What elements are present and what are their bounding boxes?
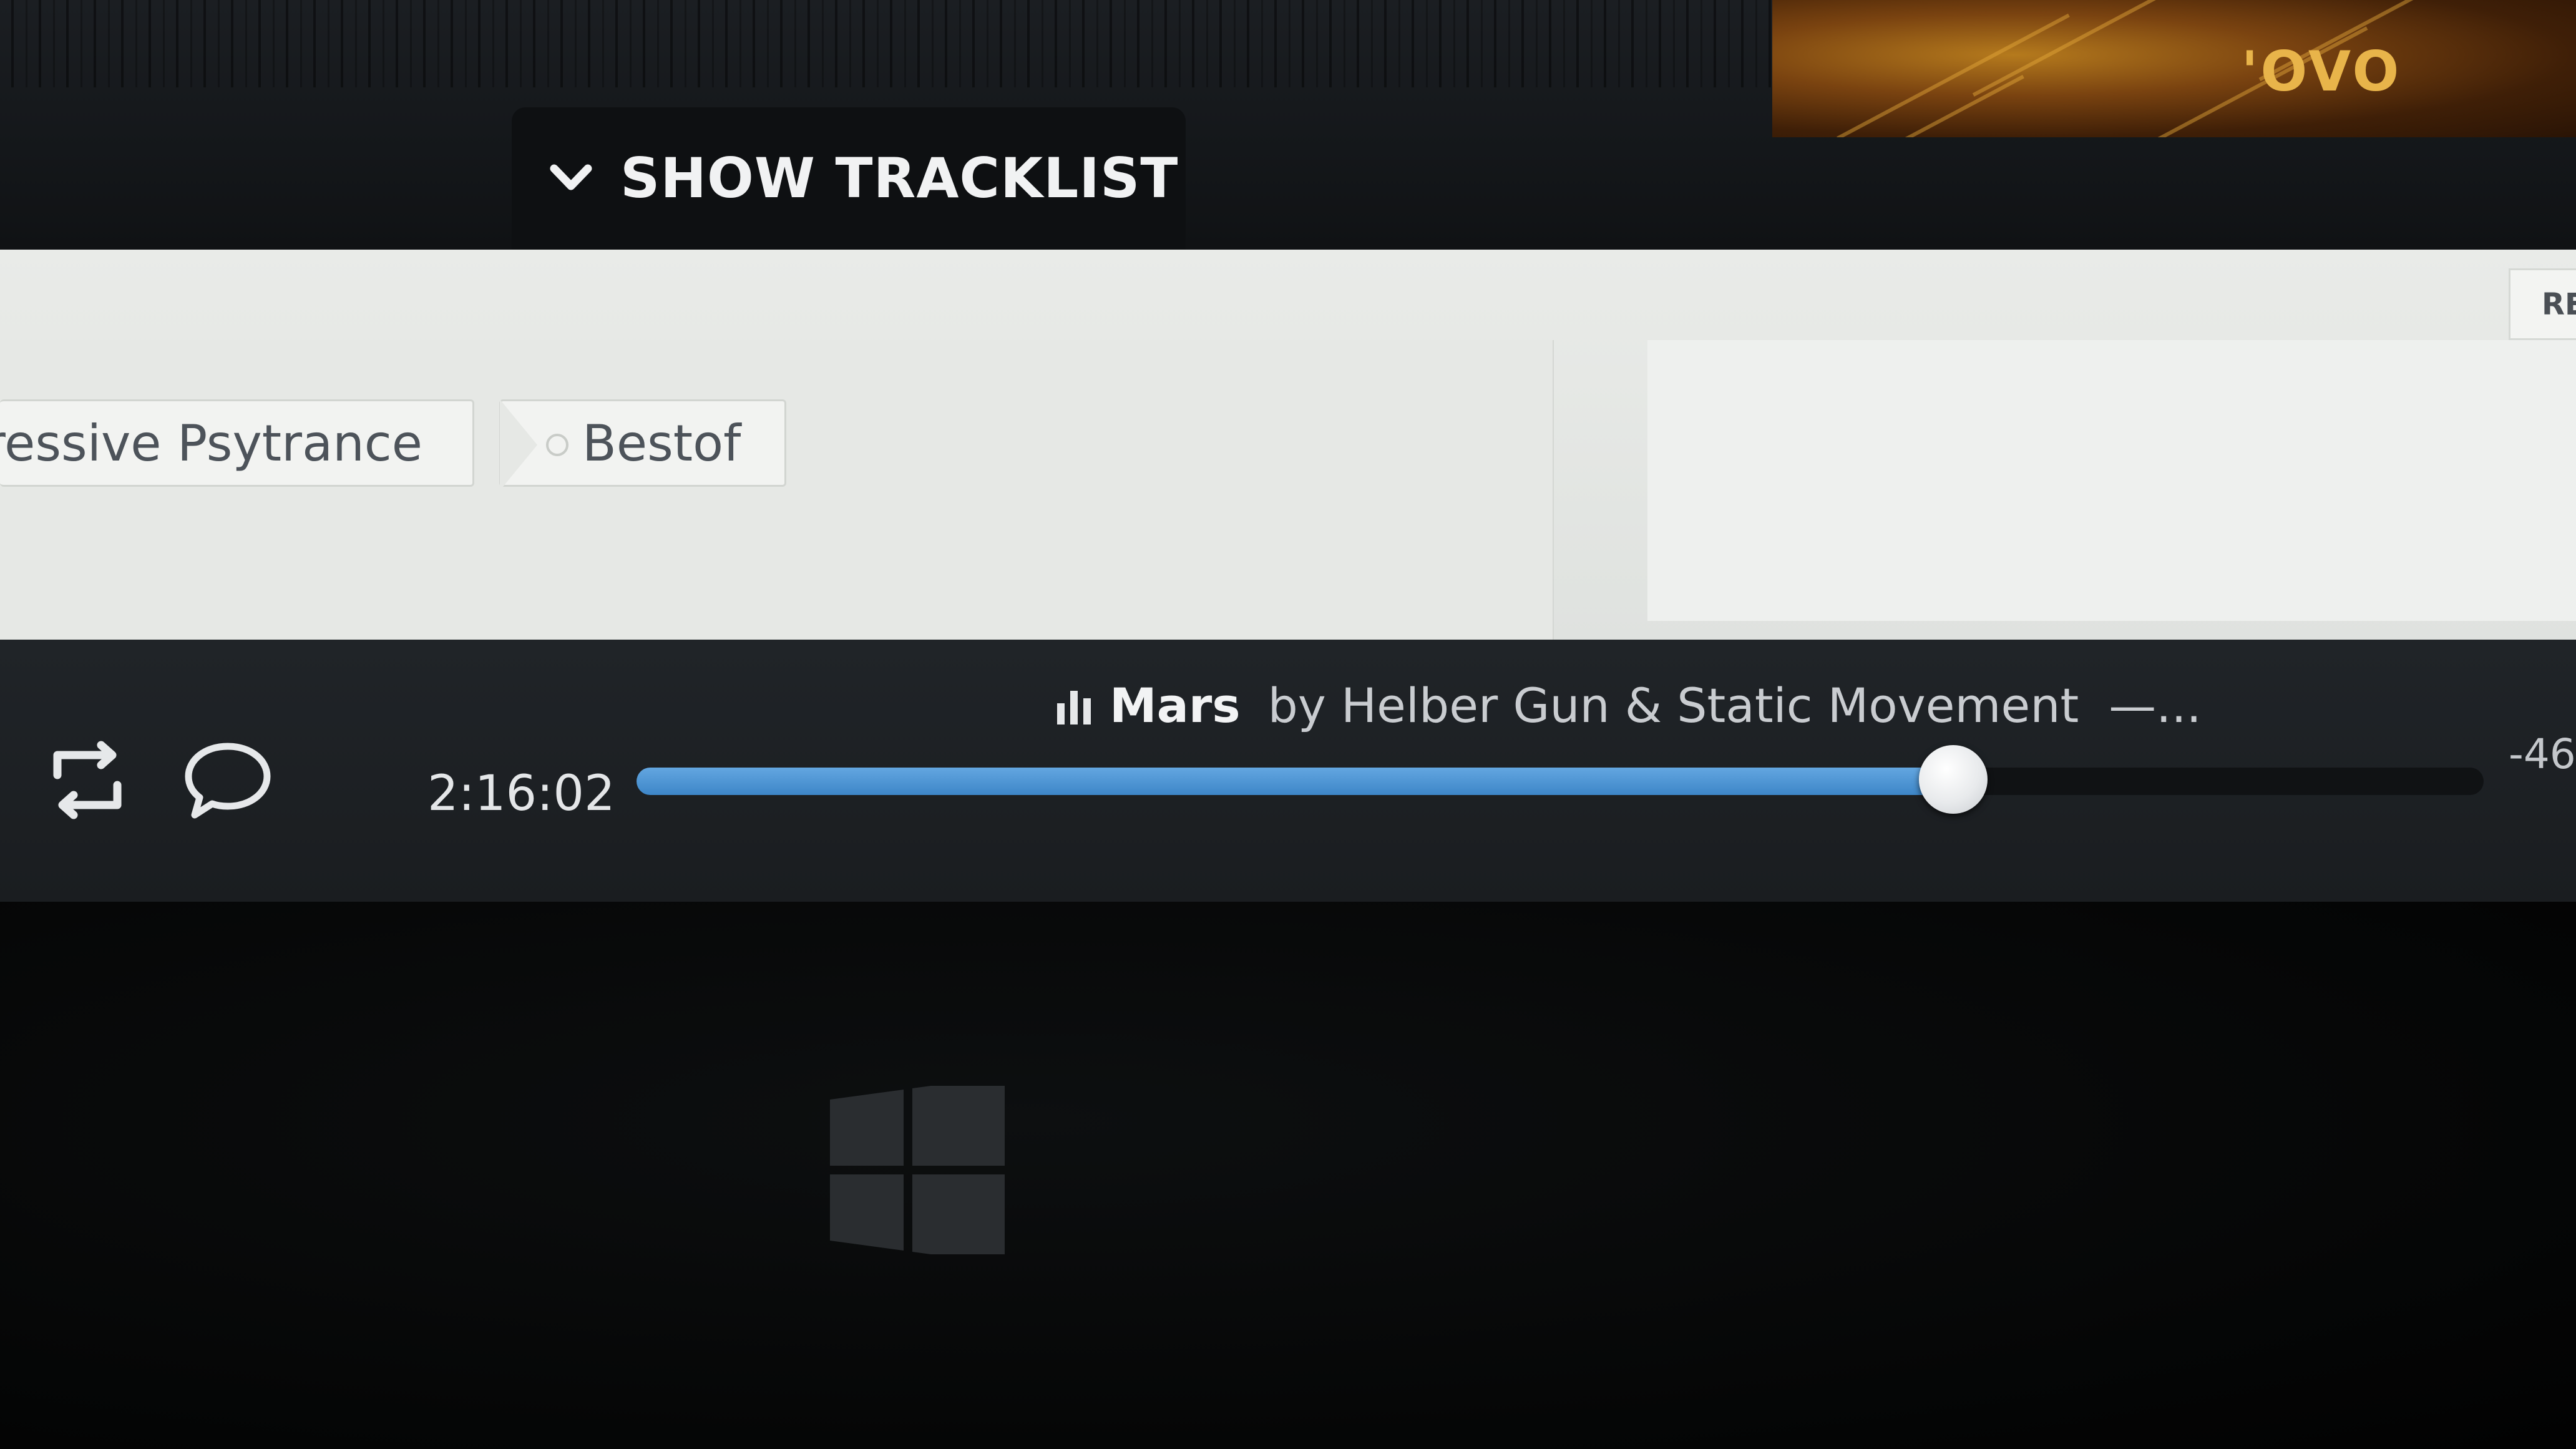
tag-hole-icon [546,434,568,456]
device-bezel [0,902,2576,1449]
tag-bestof[interactable]: Bestof [499,399,786,490]
side-panel-button-label: RE [2542,286,2576,322]
show-tracklist-button[interactable]: SHOW TRACKLIST [549,137,1178,218]
cover-art[interactable] [1772,0,2576,137]
now-playing-info[interactable]: Mars by Helber Gun & Static Movement —..… [1055,668,2202,743]
equalizer-icon [1057,691,1091,724]
cover-logo: 'OVO [2241,39,2402,104]
progress-fill [637,768,1954,795]
progress-handle[interactable] [1919,745,1988,814]
tag-label: Bestof [582,414,741,472]
tag-progressive-psytrance[interactable]: gressive Psytrance [0,399,474,487]
progress-slider[interactable] [637,745,2484,814]
tags-card [0,340,1554,640]
windows-logo-icon[interactable] [830,1086,1005,1254]
tag-notch [500,399,537,490]
comment-icon[interactable] [181,736,275,824]
side-panel [1647,340,2576,621]
track-title-overflow: —... [2109,677,2202,733]
show-tracklist-label: SHOW TRACKLIST [620,145,1179,210]
tag-label: gressive Psytrance [0,414,422,472]
elapsed-time: 2:16:02 [427,766,615,822]
waveform-display[interactable] [0,0,1772,87]
remaining-time: -46 [2509,730,2576,778]
track-artist[interactable]: by Helber Gun & Static Movement [1268,678,2079,733]
chevron-down-icon [550,164,592,190]
side-panel-button[interactable]: RE [2509,268,2576,340]
repost-icon[interactable] [44,736,131,824]
track-title[interactable]: Mars [1110,678,1241,733]
